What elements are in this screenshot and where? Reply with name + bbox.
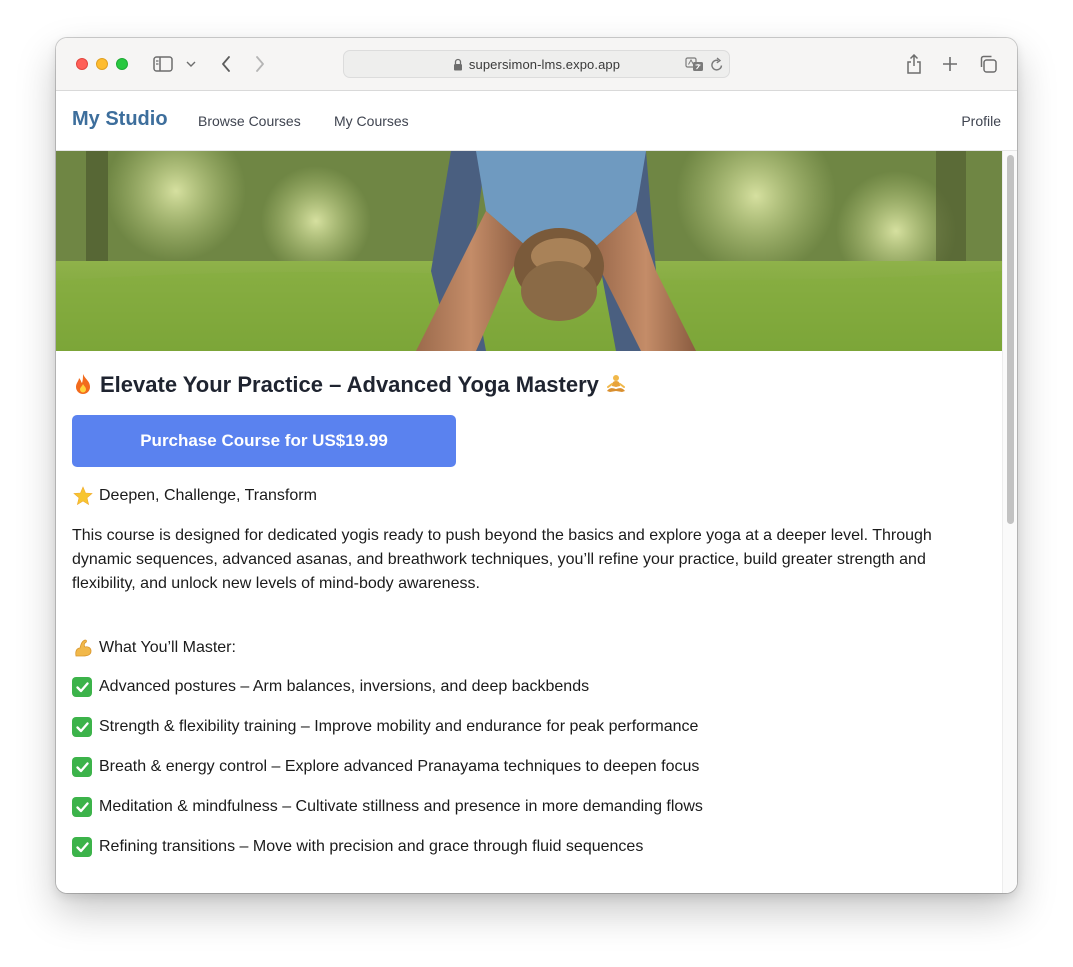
flexed-biceps-icon <box>72 637 94 659</box>
course-tagline: Deepen, Challenge, Transform <box>99 487 317 504</box>
scrollbar-thumb[interactable] <box>1007 155 1014 524</box>
zoom-window-button[interactable] <box>116 58 128 70</box>
feature-text: Breath & energy control – Explore advanc… <box>99 758 700 775</box>
course-tagline-row: Deepen, Challenge, Transform <box>72 485 317 507</box>
feature-text: Strength & flexibility training – Improv… <box>99 718 699 735</box>
feature-item: Breath & energy control – Explore advanc… <box>72 757 699 777</box>
feature-item: Refining transitions – Move with precisi… <box>72 837 643 857</box>
course-title: Elevate Your Practice – Advanced Yoga Ma… <box>100 372 599 397</box>
feature-item: Meditation & mindfulness – Cultivate sti… <box>72 797 703 817</box>
nav-my-courses[interactable]: My Courses <box>334 113 409 129</box>
feature-item: Strength & flexibility training – Improv… <box>72 717 698 737</box>
app-header: My Studio Browse Courses My Courses Prof… <box>56 91 1017 151</box>
lock-icon <box>453 58 463 71</box>
sidebar-toggle-icon[interactable] <box>152 53 174 75</box>
check-mark-button-icon <box>72 757 92 777</box>
page-scrollbar[interactable] <box>1002 151 1017 893</box>
course-description: This course is designed for dedicated yo… <box>72 527 932 592</box>
person-meditating-icon <box>605 373 627 395</box>
share-icon[interactable] <box>904 53 924 75</box>
master-heading: What You’ll Master: <box>99 639 236 656</box>
url-text: supersimon-lms.expo.app <box>468 56 621 72</box>
course-title-row: Elevate Your Practice – Advanced Yoga Ma… <box>72 372 632 398</box>
purchase-course-button[interactable]: Purchase Course for US$19.99 <box>72 415 456 467</box>
what-youll-master-row: What You’ll Master: <box>72 637 236 659</box>
close-window-button[interactable] <box>76 58 88 70</box>
check-mark-button-icon <box>72 677 92 697</box>
feature-item: Advanced postures – Arm balances, invers… <box>72 677 589 697</box>
check-mark-button-icon <box>72 717 92 737</box>
feature-text: Refining transitions – Move with precisi… <box>99 838 644 855</box>
feature-text: Advanced postures – Arm balances, invers… <box>99 678 590 695</box>
browser-toolbar: supersimon-lms.expo.app <box>56 38 1017 91</box>
browser-window: supersimon-lms.expo.app My Studio Browse… <box>56 38 1017 893</box>
reload-icon[interactable] <box>710 57 724 72</box>
brand-logo-text[interactable]: My Studio <box>72 108 168 131</box>
nav-profile[interactable]: Profile <box>961 113 1001 129</box>
glowing-star-icon <box>72 485 94 507</box>
feature-text: Meditation & mindfulness – Cultivate sti… <box>99 798 703 815</box>
chevron-down-icon[interactable] <box>184 53 198 75</box>
address-bar[interactable]: supersimon-lms.expo.app <box>343 50 730 78</box>
back-arrow-icon[interactable] <box>216 53 236 75</box>
fire-icon <box>72 373 94 395</box>
check-mark-button-icon <box>72 797 92 817</box>
forward-arrow-icon[interactable] <box>250 53 270 75</box>
nav-browse-courses[interactable]: Browse Courses <box>198 113 301 129</box>
web-page: My Studio Browse Courses My Courses Prof… <box>56 91 1017 893</box>
course-hero-image <box>56 151 1002 351</box>
minimize-window-button[interactable] <box>96 58 108 70</box>
translate-icon[interactable] <box>685 57 705 72</box>
tab-overview-icon[interactable] <box>978 53 998 75</box>
plus-icon[interactable] <box>940 53 960 75</box>
check-mark-button-icon <box>72 837 92 857</box>
